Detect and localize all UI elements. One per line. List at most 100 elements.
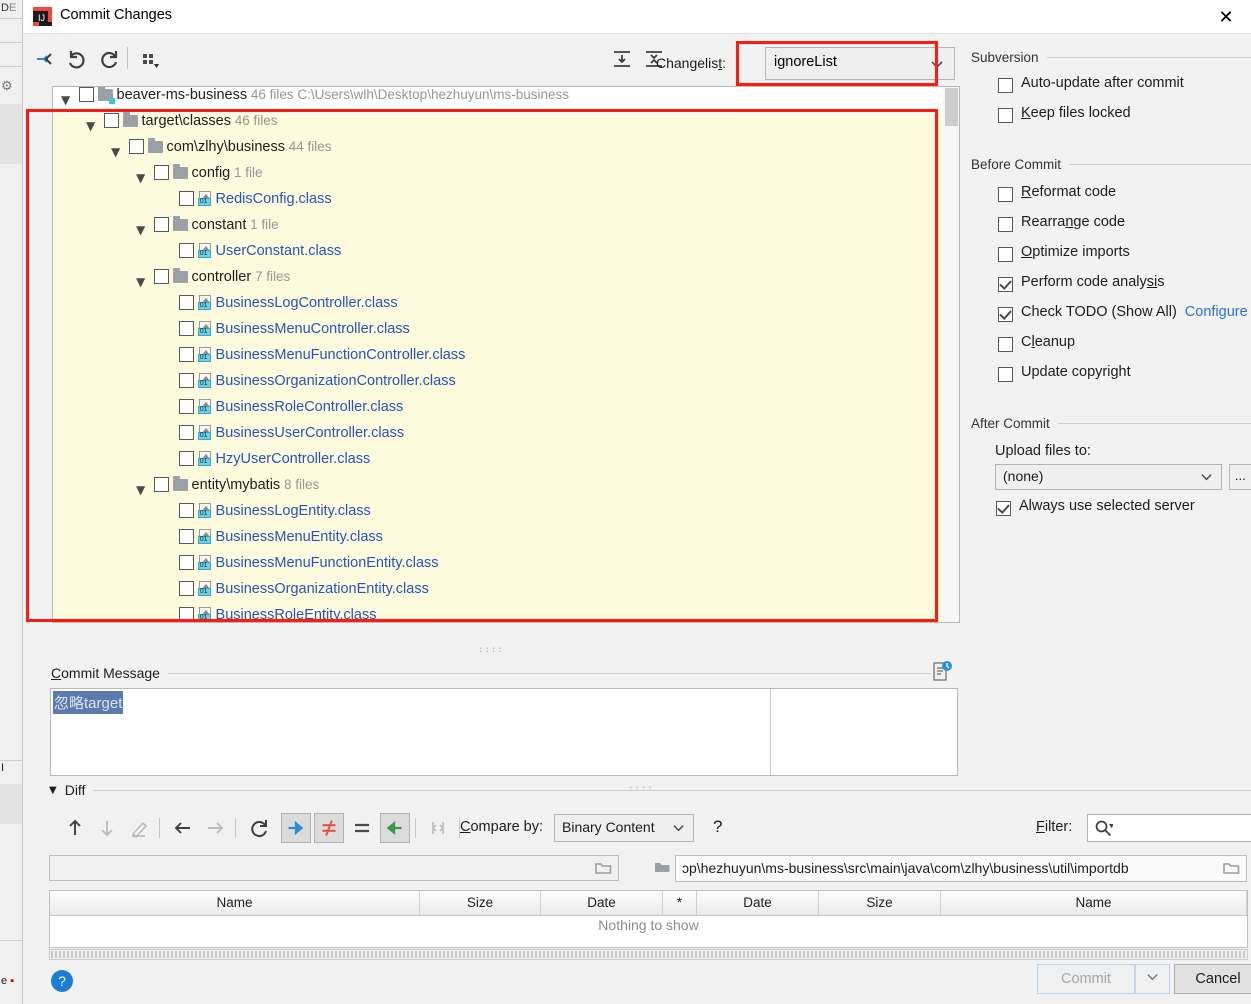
chevron-down-icon[interactable]: ▼ xyxy=(136,171,145,185)
row-checkbox[interactable] xyxy=(179,191,194,206)
synchronize-icon[interactable] xyxy=(423,813,453,843)
tree-file-row[interactable]: 01 BusinessMenuController.class xyxy=(53,321,943,347)
table-column-header[interactable]: Date xyxy=(697,891,819,915)
table-column-header[interactable]: Size xyxy=(420,891,541,915)
row-checkbox[interactable] xyxy=(179,321,194,336)
changes-tree[interactable]: ▼ beaver-ms-business 46 files C:\Users\w… xyxy=(52,86,960,623)
row-checkbox[interactable] xyxy=(179,243,194,258)
tree-file-row[interactable]: 01 BusinessLogController.class xyxy=(53,295,943,321)
tree-folder-row[interactable]: ▼ entity\mybatis 8 files xyxy=(53,476,943,503)
show-equal-files-icon[interactable] xyxy=(347,813,377,843)
row-checkbox[interactable] xyxy=(104,113,119,128)
row-checkbox[interactable] xyxy=(179,581,194,596)
row-checkbox[interactable] xyxy=(179,607,194,622)
chevron-down-icon[interactable]: ▼ xyxy=(86,119,95,133)
folder-icon[interactable] xyxy=(1223,861,1240,878)
row-checkbox[interactable] xyxy=(129,139,144,154)
table-column-header[interactable]: Date xyxy=(541,891,663,915)
checkbox[interactable] xyxy=(998,247,1013,262)
option-perform-code-analysis[interactable]: Perform code analysis xyxy=(998,274,1251,304)
tree-file-row[interactable]: 01 BusinessOrganizationController.class xyxy=(53,373,943,399)
chevron-down-icon[interactable]: ▼ xyxy=(111,145,120,159)
option-auto-update-after-commit[interactable]: Auto-update after commit xyxy=(998,75,1251,105)
previous-file-icon[interactable] xyxy=(168,813,198,843)
tree-file-row[interactable]: 01 RedisConfig.class xyxy=(53,191,943,217)
option-optimize-imports[interactable]: Optimize imports xyxy=(998,244,1251,274)
tree-scrollbar[interactable] xyxy=(943,87,959,622)
option-keep-files-locked[interactable]: Keep files locked xyxy=(998,105,1251,135)
close-icon[interactable]: ✕ xyxy=(1206,3,1246,31)
row-checkbox[interactable] xyxy=(179,555,194,570)
message-history-icon[interactable] xyxy=(931,660,953,684)
tree-file-row[interactable]: 01 BusinessUserController.class xyxy=(53,425,943,451)
option-update-copyright[interactable]: Update copyright xyxy=(998,364,1251,394)
configure-link[interactable]: Configure xyxy=(1185,304,1248,320)
chevron-down-icon[interactable]: ▼ xyxy=(61,93,70,107)
chevron-down-icon[interactable]: ▼ xyxy=(136,483,145,497)
tree-file-row[interactable]: 01 BusinessMenuFunctionEntity.class xyxy=(53,555,943,581)
table-column-header[interactable]: * xyxy=(663,891,697,915)
commit-dropdown-button[interactable] xyxy=(1135,964,1170,994)
option-rearrange-code[interactable]: Rearrange code xyxy=(998,214,1251,244)
checkbox[interactable] xyxy=(998,217,1013,232)
compare-by-select[interactable]: Binary Content xyxy=(554,814,694,842)
chevron-down-icon[interactable]: ▼ xyxy=(136,223,145,237)
row-checkbox[interactable] xyxy=(154,165,169,180)
next-difference-icon[interactable] xyxy=(92,813,122,843)
show-deleted-files-icon[interactable] xyxy=(380,813,410,843)
tree-file-row[interactable]: 01 BusinessLogEntity.class xyxy=(53,503,943,529)
expand-all-icon[interactable] xyxy=(608,45,636,73)
refresh-icon[interactable] xyxy=(244,813,274,843)
prev-difference-icon[interactable] xyxy=(60,813,90,843)
row-checkbox[interactable] xyxy=(154,477,169,492)
checkbox[interactable] xyxy=(998,307,1013,322)
tree-file-row[interactable]: 01 BusinessRoleController.class xyxy=(53,399,943,425)
left-path-field[interactable] xyxy=(49,855,619,881)
chevron-down-icon[interactable]: ▼ xyxy=(136,275,145,289)
commit-message-input[interactable]: 忽略target xyxy=(50,688,958,776)
right-path-field[interactable]: ɔp\hezhuyun\ms-business\src\main\java\co… xyxy=(675,855,1247,882)
help-button[interactable]: ? xyxy=(51,970,73,992)
upload-server-select[interactable]: (none) xyxy=(995,464,1222,490)
tree-folder-row[interactable]: ▼ controller 7 files xyxy=(53,268,943,295)
show-new-files-icon[interactable] xyxy=(281,813,311,843)
option-always-use-selected-server[interactable]: Always use selected server xyxy=(996,498,1251,528)
tree-file-row[interactable]: 01 BusinessMenuEntity.class xyxy=(53,529,943,555)
row-checkbox[interactable] xyxy=(179,425,194,440)
vertical-splitter-grip[interactable]: :::: xyxy=(478,645,504,655)
checkbox[interactable] xyxy=(998,337,1013,352)
row-checkbox[interactable] xyxy=(179,347,194,362)
checkbox[interactable] xyxy=(998,78,1013,93)
tree-file-row[interactable]: 01 UserConstant.class xyxy=(53,243,943,269)
table-column-header[interactable]: Size xyxy=(819,891,941,915)
row-checkbox[interactable] xyxy=(179,451,194,466)
tree-folder-row[interactable]: ▼ constant 1 file xyxy=(53,216,943,243)
tree-folder-row[interactable]: ▼ target\classes 46 files xyxy=(53,112,943,139)
triangle-down-icon[interactable]: ▼ xyxy=(49,785,57,796)
row-checkbox[interactable] xyxy=(154,269,169,284)
group-by-icon[interactable] xyxy=(136,45,164,73)
show-difference-icon[interactable] xyxy=(314,813,344,843)
table-horizontal-scrollbar[interactable] xyxy=(49,949,1248,960)
refresh-icon[interactable] xyxy=(95,45,123,73)
checkbox[interactable] xyxy=(998,277,1013,292)
diff-help-icon[interactable]: ? xyxy=(713,817,722,837)
tree-folder-row[interactable]: ▼ beaver-ms-business 46 files C:\Users\w… xyxy=(53,87,943,113)
diff-section-header[interactable]: ▼ Diff xyxy=(49,782,1251,798)
tree-file-row[interactable]: 01 BusinessOrganizationEntity.class xyxy=(53,581,943,607)
option-check-todo-show-all[interactable]: Check TODO (Show All) Configure xyxy=(998,304,1251,334)
row-checkbox[interactable] xyxy=(179,373,194,388)
merge-arrows-icon[interactable] xyxy=(31,45,59,73)
checkbox[interactable] xyxy=(998,187,1013,202)
checkbox[interactable] xyxy=(996,501,1011,516)
tree-folder-row[interactable]: ▼ config 1 file xyxy=(53,164,943,191)
table-column-header[interactable]: Name xyxy=(941,891,1247,915)
row-checkbox[interactable] xyxy=(154,217,169,232)
changelist-select[interactable]: ignoreList xyxy=(765,47,955,80)
tree-folder-row[interactable]: ▼ com\zlhy\business 44 files xyxy=(53,138,943,165)
cancel-button[interactable]: Cancel xyxy=(1174,964,1251,994)
option-reformat-code[interactable]: Reformat code xyxy=(998,184,1251,214)
next-file-icon[interactable] xyxy=(200,813,230,843)
row-checkbox[interactable] xyxy=(179,503,194,518)
tree-scrollbar-thumb[interactable] xyxy=(945,88,958,126)
